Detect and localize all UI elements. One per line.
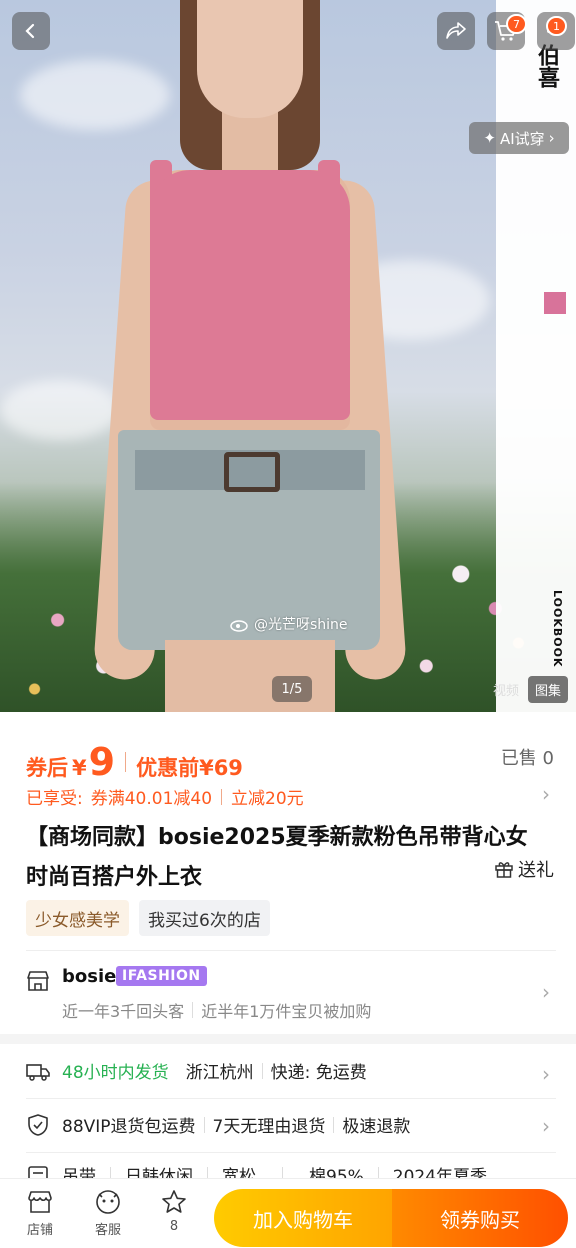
share-button[interactable] <box>437 12 475 50</box>
product-tags: 少女感美学 我买过6次的店 <box>26 900 270 936</box>
color-swatch <box>544 292 566 314</box>
add-to-cart-button[interactable]: 加入购物车 <box>214 1189 392 1247</box>
service-88vip: 88VIP退货包运费 <box>62 1117 196 1137</box>
after-coupon-price: 9 <box>88 740 116 784</box>
discount-prefix: 已享受: <box>26 789 83 809</box>
customer-service-button[interactable]: 客服 <box>80 1189 136 1238</box>
chevron-right-icon[interactable]: › <box>542 980 550 1004</box>
favorite-count: 8 <box>169 1219 179 1234</box>
currency-symbol: ¥ <box>72 756 87 780</box>
watermark-text: @光芒呀shine <box>254 617 348 633</box>
lookbook-strip <box>496 0 576 712</box>
ai-tryon-button[interactable]: ✦ AI试穿 › <box>469 122 569 154</box>
divider <box>192 1002 194 1018</box>
section-gap <box>0 1034 576 1044</box>
divider <box>203 1116 205 1133</box>
discount-coupon: 券满40.01减40 <box>90 789 213 809</box>
pink-tank-top <box>150 170 350 420</box>
shop-name: bosie <box>62 966 117 987</box>
message-badge: 1 <box>546 16 567 36</box>
divider <box>26 1152 556 1153</box>
store-icon <box>28 1191 52 1213</box>
ai-tryon-label: AI试穿 <box>499 129 545 148</box>
share-icon <box>446 22 466 39</box>
chevron-left-icon <box>25 23 35 39</box>
divider <box>26 1098 556 1099</box>
dispatch-time: 48小时内发货 <box>62 1063 169 1083</box>
model-neck <box>222 110 278 170</box>
image-pager: 1/5 <box>272 676 312 702</box>
shop-stat-carted: 近半年1万件宝贝被加购 <box>201 1002 372 1021</box>
tab-gallery[interactable]: 图集 <box>528 675 569 703</box>
shield-icon <box>28 1113 48 1136</box>
shop-stats: 近一年3千回头客 近半年1万件宝贝被加购 <box>62 998 371 1022</box>
model-face <box>197 0 303 118</box>
bottom-action-bar: 店铺 客服 8 加入购物车 领券购买 <box>0 1178 576 1248</box>
cart-badge: 7 <box>506 14 527 34</box>
brand-vertical: 伯喜 <box>534 44 559 88</box>
lookbook-label: LOOKBOOK <box>551 590 564 668</box>
media-tabs: 视频 图集 <box>486 675 569 703</box>
product-image-carousel[interactable]: 伯喜 LOOKBOOK <box>0 0 576 712</box>
service-7day: 7天无理由退货 <box>212 1117 326 1137</box>
shop-nav-label: 店铺 <box>26 1223 53 1238</box>
shop-nav-button[interactable]: 店铺 <box>12 1189 68 1238</box>
chevron-right-icon[interactable]: › <box>542 1114 550 1138</box>
divider <box>125 752 127 772</box>
service-label: 客服 <box>94 1223 121 1238</box>
tab-video[interactable]: 视频 <box>486 676 526 703</box>
after-coupon-label: 券后 <box>26 756 68 780</box>
divider <box>177 1063 178 1079</box>
shipping-fee: 快递: 免运费 <box>270 1063 367 1083</box>
truck-icon <box>26 1063 50 1081</box>
sold-count: 已售 0 <box>500 748 554 769</box>
shop-badge: IFASHION <box>116 966 207 986</box>
service-refund: 极速退款 <box>342 1117 411 1137</box>
divider <box>26 950 556 951</box>
tag-repurchase[interactable]: 我买过6次的店 <box>139 900 270 936</box>
divider <box>333 1116 335 1133</box>
original-price: 优惠前¥69 <box>136 756 243 780</box>
sparkle-icon: ✦ <box>483 129 496 147</box>
watermark: @光芒呀shine <box>230 614 348 634</box>
discount-instant: 立减20元 <box>231 789 304 809</box>
chevron-right-icon: › <box>548 129 555 147</box>
ship-origin: 浙江杭州 <box>185 1063 254 1083</box>
product-title: 【商场同款】bosie2025夏季新款粉色吊带背心女时尚百搭户外上衣 <box>26 825 528 890</box>
gift-button[interactable]: 送礼 <box>494 856 554 882</box>
belt-buckle <box>224 452 280 492</box>
shop-stat-returning: 近一年3千回头客 <box>62 1002 185 1021</box>
chat-icon <box>96 1190 120 1214</box>
chevron-right-icon[interactable]: › <box>542 1062 550 1086</box>
back-button[interactable] <box>12 12 50 50</box>
discount-row[interactable]: 已享受: 券满40.01减40 立减20元 <box>26 784 556 809</box>
service-row[interactable]: 88VIP退货包运费 7天无理由退货 极速退款 <box>26 1112 556 1137</box>
weibo-icon <box>230 620 248 632</box>
buy-with-coupon-button[interactable]: 领券购买 <box>392 1189 568 1247</box>
star-icon <box>162 1190 186 1213</box>
gift-icon <box>495 862 513 878</box>
chevron-right-icon[interactable]: › <box>542 782 550 806</box>
shop-icon <box>27 971 49 991</box>
divider <box>221 788 223 805</box>
tag-style[interactable]: 少女感美学 <box>26 900 129 936</box>
gift-label: 送礼 <box>518 860 554 881</box>
cloud <box>0 380 120 440</box>
shipping-row[interactable]: 48小时内发货 浙江杭州 快递: 免运费 <box>26 1058 556 1083</box>
cloud <box>20 60 170 130</box>
favorite-button[interactable]: 8 <box>146 1189 202 1234</box>
model-legs <box>165 640 335 712</box>
price-row: 券后 ¥ 9 优惠前¥69 <box>26 740 556 784</box>
divider <box>261 1062 263 1079</box>
